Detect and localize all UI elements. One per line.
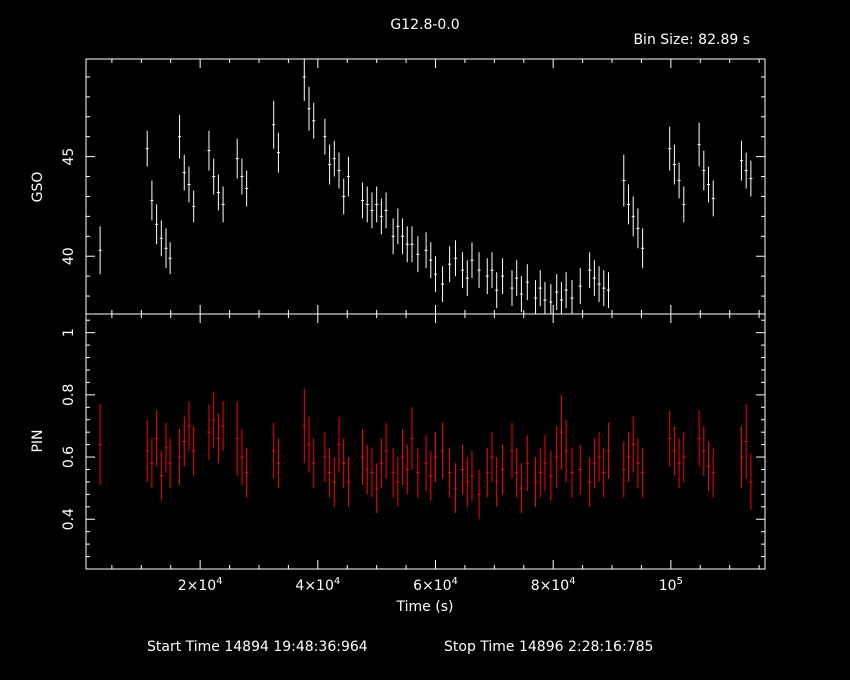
- chart-title: G12.8-0.0: [390, 17, 459, 33]
- pin-y-tick-label: 0.4: [61, 508, 77, 530]
- x-tick-label: 4×104: [295, 576, 340, 594]
- pin-y-tick-label: 0.6: [61, 446, 77, 468]
- x-tick-label: 8×104: [531, 576, 576, 594]
- stop-time-label: Stop Time 14896 2:28:16:785: [444, 639, 653, 655]
- gso-ylabel: GSO: [30, 172, 46, 203]
- pin-ylabel: PIN: [30, 429, 46, 452]
- bin-size-label: Bin Size: 82.89 s: [633, 32, 750, 48]
- lightcurve-figure: G12.8-0.0 Bin Size: 82.89 s 40 45 GSO 0.4…: [0, 0, 850, 680]
- pin-y-tick-label: 0.8: [61, 384, 77, 406]
- start-time-label: Start Time 14894 19:48:36:964: [147, 639, 368, 655]
- x-tick-label: 2×104: [178, 576, 223, 594]
- gso-y-tick-label: 40: [61, 247, 77, 265]
- x-tick-label: 6×104: [413, 576, 458, 594]
- x-axis-label: Time (s): [396, 599, 454, 615]
- gso-y-tick-label: 45: [61, 148, 77, 166]
- pin-y-tick-label: 1: [61, 328, 77, 337]
